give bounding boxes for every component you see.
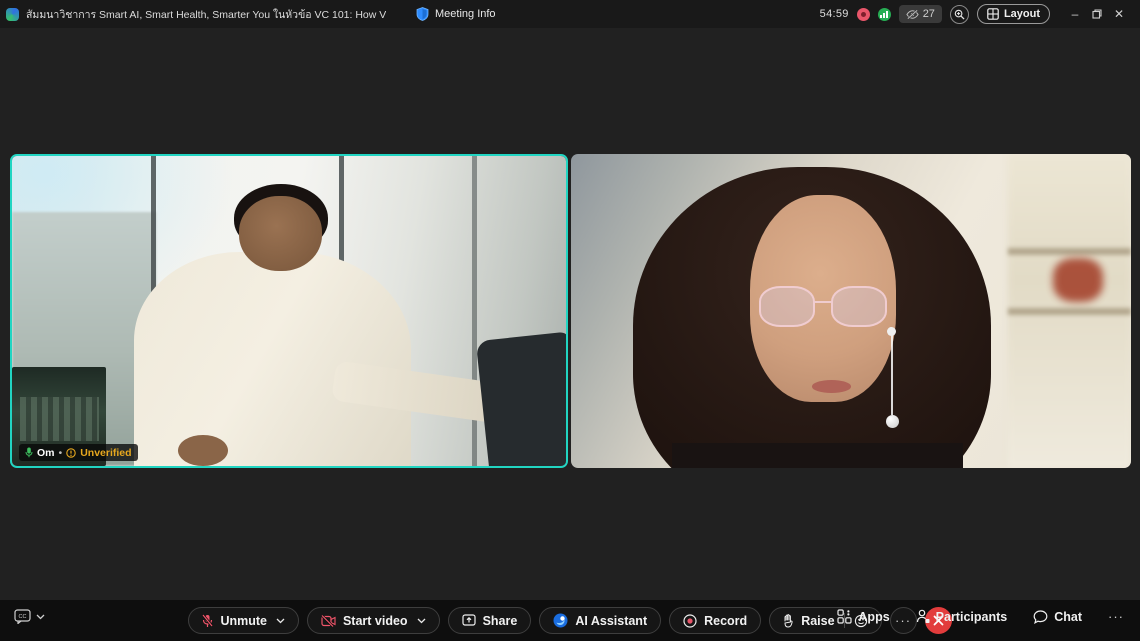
video-tile-om[interactable]: Om • Unverified (10, 154, 568, 468)
video-feed-om (12, 156, 566, 466)
participant-name-label: Om • Unverified (19, 444, 138, 461)
record-icon (683, 614, 697, 628)
zoom-logo-icon (6, 8, 19, 21)
mic-active-icon (25, 447, 33, 458)
restore-icon (1092, 9, 1102, 19)
raise-hand-icon (783, 614, 794, 628)
non-video-participants-pill[interactable]: 27 (899, 5, 942, 23)
participant-body (134, 252, 411, 468)
title-bar-left: สัมมนาวิชาการ Smart AI, Smart Health, Sm… (0, 6, 386, 23)
ai-assistant-label: AI Assistant (575, 614, 647, 628)
meeting-timer: 54:59 (820, 8, 849, 20)
participant-face (239, 196, 322, 270)
verification-badge: Unverified (80, 447, 131, 459)
record-label: Record (704, 614, 747, 628)
start-video-label: Start video (343, 614, 408, 628)
participants-button[interactable]: Participants (916, 609, 1008, 624)
toolbar-overflow-button[interactable]: ··· (1108, 609, 1124, 624)
video-tile-second-participant[interactable] (571, 154, 1131, 468)
layout-button[interactable]: Layout (977, 4, 1050, 24)
title-bar: สัมมนาวิชาการ Smart AI, Smart Health, Sm… (0, 0, 1140, 28)
mic-muted-icon (202, 614, 213, 628)
close-button[interactable]: ✕ (1108, 3, 1130, 25)
apps-button[interactable]: Apps (837, 609, 889, 624)
chat-label: Chat (1054, 610, 1082, 624)
office-chair (476, 331, 568, 468)
raise-label: Raise (801, 614, 834, 628)
unmute-label: Unmute (220, 614, 267, 628)
participant-name: Om (37, 447, 55, 459)
shield-icon (416, 7, 429, 21)
record-button[interactable]: Record (669, 607, 761, 634)
maximize-button[interactable] (1086, 3, 1108, 25)
recording-indicator-icon (857, 8, 870, 21)
chat-bubble-icon (1033, 610, 1048, 624)
video-off-icon (321, 615, 336, 627)
meeting-info-label: Meeting Info (435, 8, 496, 20)
layout-label: Layout (1004, 8, 1040, 20)
video-stage: Om • Unverified (0, 154, 1140, 468)
apps-grid-icon (837, 609, 852, 624)
share-screen-icon (462, 614, 476, 627)
unverified-warning-icon (66, 448, 76, 458)
share-button[interactable]: Share (448, 607, 532, 634)
apps-label: Apps (858, 610, 889, 624)
title-bar-right: 54:59 27 (820, 3, 1140, 25)
hidden-participants-count: 27 (923, 8, 935, 20)
magnifier-plus-icon (954, 9, 965, 20)
ai-assistant-icon (553, 613, 568, 628)
chevron-down-icon[interactable] (276, 618, 285, 624)
zoom-in-button[interactable] (950, 5, 969, 24)
participants-icon (916, 609, 930, 624)
unmute-button[interactable]: Unmute (188, 607, 299, 634)
layout-grid-icon (987, 8, 999, 20)
ai-assistant-button[interactable]: AI Assistant (539, 607, 661, 634)
start-video-button[interactable]: Start video (307, 607, 440, 634)
eye-off-icon (906, 9, 919, 20)
participants-label: Participants (936, 610, 1008, 624)
meeting-title: สัมมนาวิชาการ Smart AI, Smart Health, Sm… (26, 6, 386, 23)
share-label: Share (483, 614, 518, 628)
meeting-toolbar: CC Unmute (0, 600, 1140, 641)
chat-button[interactable]: Chat (1033, 610, 1082, 624)
eyeglasses (759, 286, 888, 327)
zoom-meeting-window: สัมมนาวิชาการ Smart AI, Smart Health, Sm… (0, 0, 1140, 641)
toolbar-right: Apps Participants Chat ··· (837, 609, 1124, 624)
video-feed-second-participant (571, 154, 1131, 468)
window-controls: – ✕ (1064, 3, 1130, 25)
chevron-down-icon[interactable] (417, 618, 426, 624)
network-signal-icon (878, 8, 891, 21)
meeting-info-button[interactable]: Meeting Info (416, 7, 496, 21)
minimize-button[interactable]: – (1064, 3, 1086, 25)
